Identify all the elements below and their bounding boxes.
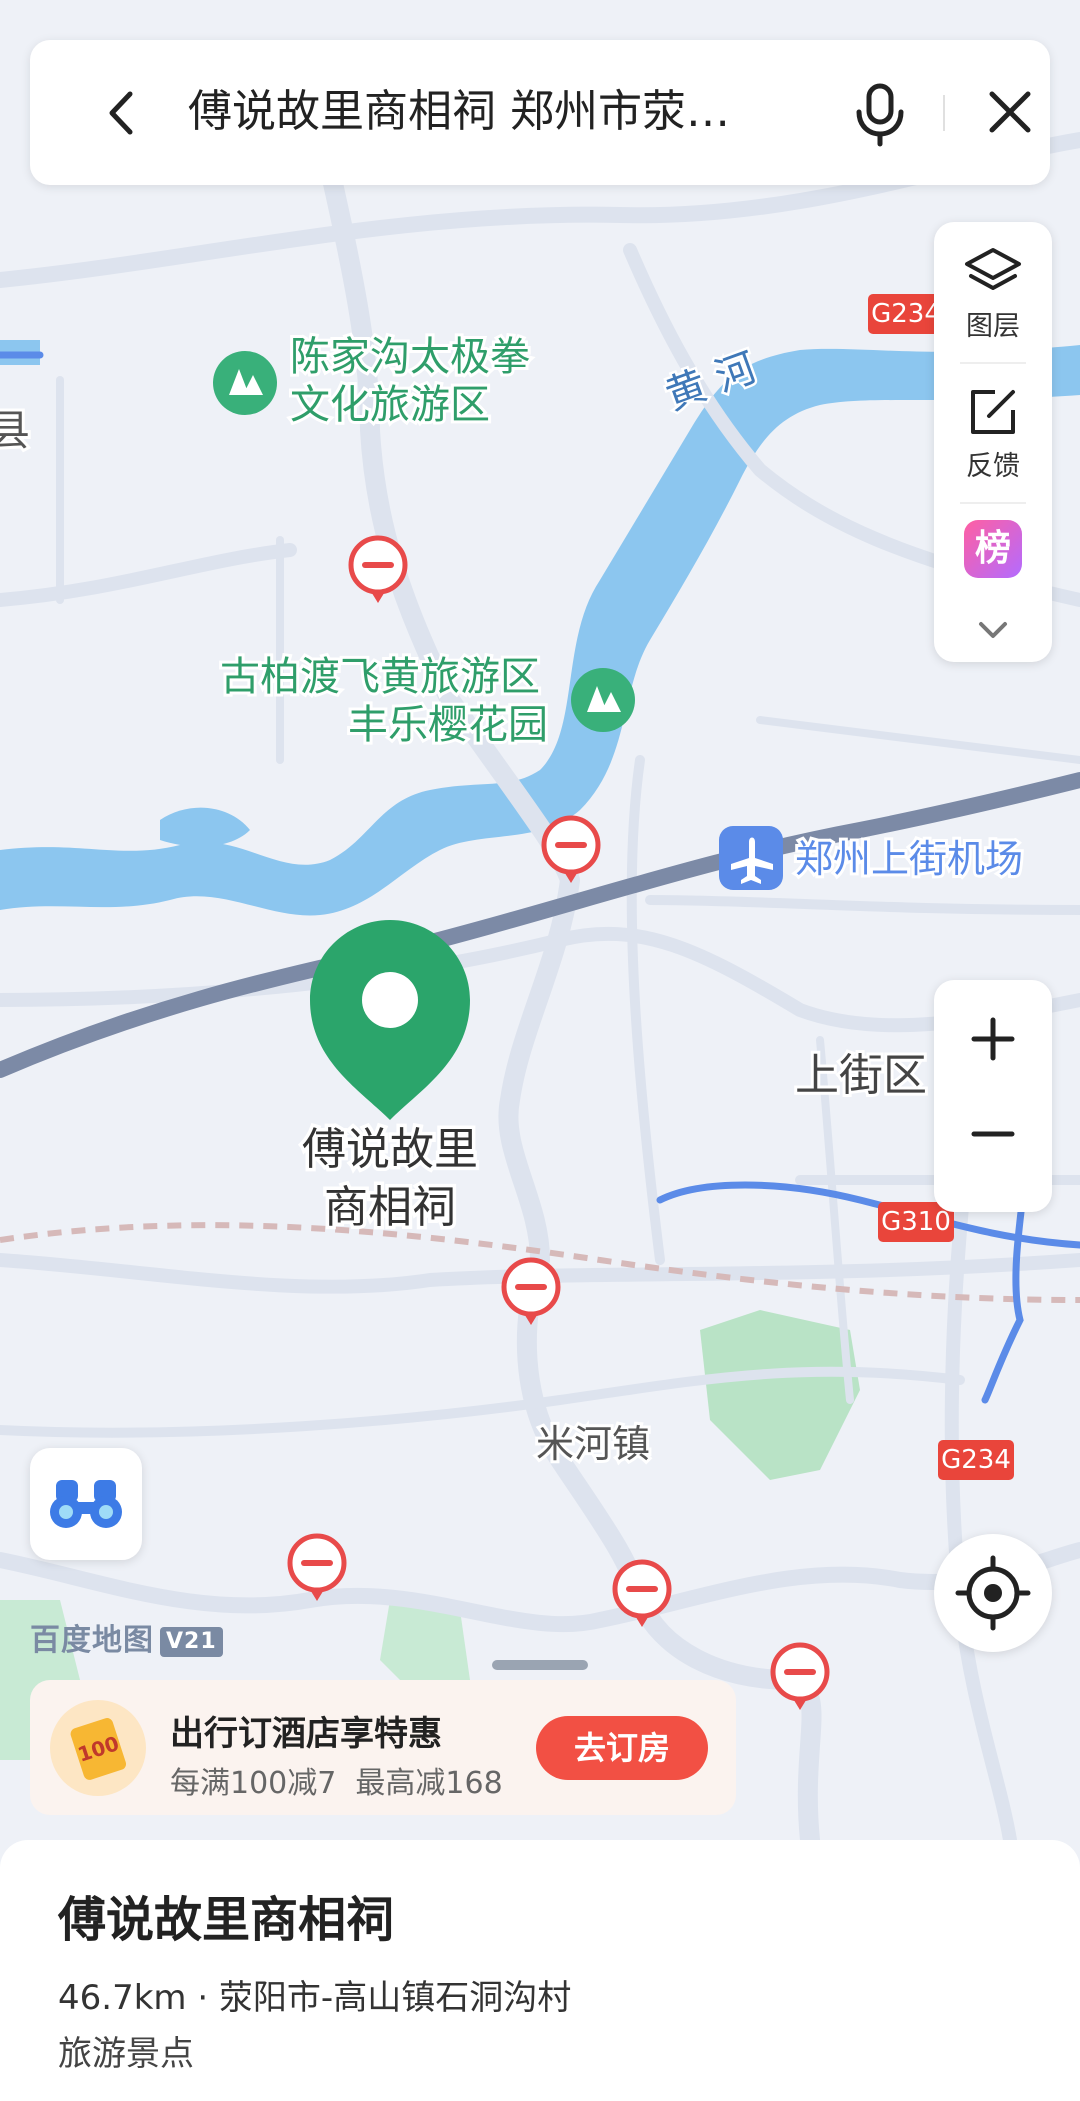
promo-title: 出行订酒店享特惠 xyxy=(170,1714,442,1754)
airport-label: 郑州上街机场 xyxy=(795,837,1023,881)
my-location-button[interactable] xyxy=(934,1534,1052,1652)
svg-text:G234: G234 xyxy=(871,299,941,329)
zoom-in-button[interactable] xyxy=(934,980,1052,1096)
hotel-promo-banner[interactable]: 100 出行订酒店享特惠 每满100减7 最高减168 去订房 xyxy=(30,1680,736,1815)
crosshair-icon xyxy=(955,1555,1031,1631)
expand-button[interactable] xyxy=(934,618,1052,646)
road-shield: G234 xyxy=(868,294,944,334)
map-canvas[interactable]: G234 G310 G234 陈家沟太极拳 文化旅游区 县 黄 河 古柏渡飞黄旅… xyxy=(0,0,1080,1840)
divider xyxy=(960,502,1026,504)
layers-icon xyxy=(965,248,1021,290)
poi-label: 丰乐樱花园 xyxy=(348,702,548,748)
search-bar[interactable]: 傅说故里商相祠 郑州市荥… xyxy=(30,40,1050,185)
scenic-spot-icon xyxy=(213,351,277,415)
back-arrow-icon[interactable] xyxy=(98,88,148,138)
ranking-button[interactable]: 榜 xyxy=(934,520,1052,578)
scenic-spot-icon xyxy=(571,668,635,732)
feedback-label: 反馈 xyxy=(966,451,1020,482)
coupon-badge-icon: 100 xyxy=(50,1700,146,1796)
place-distance-address: 46.7km · 荥阳市-高山镇石洞沟村 xyxy=(58,1978,572,2018)
place-name: 傅说故里商相祠 xyxy=(58,1892,395,1948)
poi-label: 古柏渡飞黄旅游区 xyxy=(220,654,540,700)
feedback-button[interactable]: 反馈 xyxy=(934,384,1052,483)
layers-label: 图层 xyxy=(966,311,1020,342)
zoom-control xyxy=(934,980,1052,1212)
place-detail-sheet[interactable]: 傅说故里商相祠 46.7km · 荥阳市-高山镇石洞沟村 旅游景点 xyxy=(0,1840,1080,2101)
poi-label: 文化旅游区 xyxy=(290,382,490,428)
chevron-down-icon xyxy=(979,622,1007,638)
logo-version: V21 xyxy=(160,1626,223,1657)
map-logo: 百度地图 V21 xyxy=(30,1615,223,1659)
ranking-icon: 榜 xyxy=(964,520,1022,578)
road-shield: G234 xyxy=(938,1440,1014,1480)
pin-label: 商相祠 xyxy=(324,1182,456,1233)
pin-label: 傅说故里 xyxy=(302,1124,478,1175)
promo-subtitle: 每满100减7 最高减168 xyxy=(170,1766,503,1801)
airport-icon xyxy=(719,826,783,890)
zoom-out-button[interactable] xyxy=(934,1096,1052,1212)
map-tools-panel: 图层 反馈 榜 xyxy=(934,222,1052,662)
county-label: 县 xyxy=(0,406,30,455)
district-label: 上街区 xyxy=(795,1050,927,1101)
sheet-drag-handle[interactable] xyxy=(492,1660,588,1670)
logo-text: 百度地图 xyxy=(30,1623,154,1658)
place-category: 旅游景点 xyxy=(58,2034,194,2074)
street-view-button[interactable] xyxy=(30,1448,142,1560)
microphone-icon[interactable] xyxy=(845,78,915,148)
close-icon[interactable] xyxy=(978,80,1042,144)
layers-button[interactable]: 图层 xyxy=(934,246,1052,343)
town-label: 米河镇 xyxy=(536,1422,650,1466)
divider xyxy=(943,95,945,131)
divider xyxy=(960,362,1026,364)
search-input[interactable]: 傅说故里商相祠 郑州市荥… xyxy=(188,82,768,142)
binoculars-icon xyxy=(50,1480,122,1528)
feedback-edit-icon xyxy=(971,390,1015,434)
book-hotel-button[interactable]: 去订房 xyxy=(536,1716,708,1780)
poi-label: 陈家沟太极拳 xyxy=(290,334,530,380)
svg-text:G234: G234 xyxy=(941,1445,1011,1475)
